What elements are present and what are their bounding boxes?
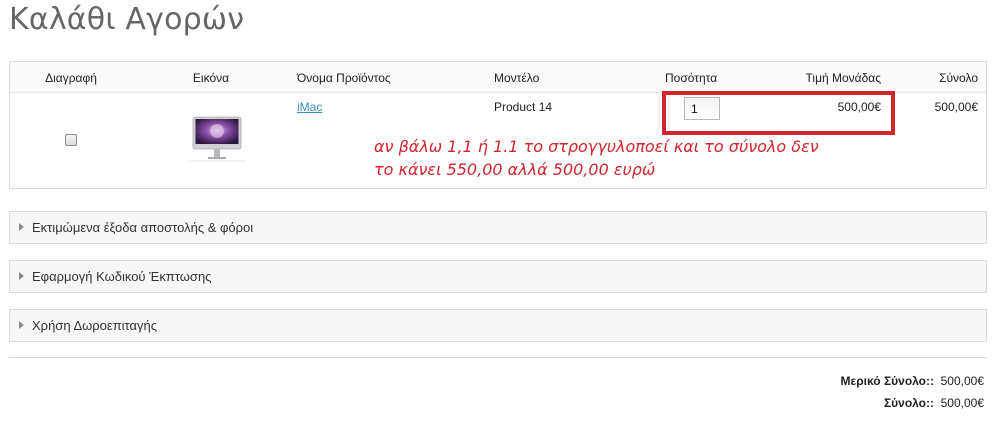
annotation-line-2: το κάνει 550,00 αλλά 500,00 ευρώ	[374, 160, 656, 179]
coupon-panel[interactable]: Εφαρμογή Κωδικού Έκπτωσης	[9, 260, 987, 293]
subtotal-value: 500,00€	[940, 374, 984, 388]
annotation-line-1: αν βάλω 1,1 ή 1.1 το στρογγυλοποεί και τ…	[374, 137, 819, 156]
caret-right-icon	[19, 272, 24, 280]
panel-title: Εκτιμώμενα έξοδα αποστολής & φόροι	[32, 220, 254, 235]
cart-table-header: Διαγραφή Εικόνα Όνομα Προϊόντος Μοντέλο …	[10, 62, 986, 93]
subtotal-label: Μερικό Σύνολο::	[840, 374, 934, 388]
header-unit-price: Τιμή Μονάδας	[805, 71, 881, 85]
panel-title: Εφαρμογή Κωδικού Έκπτωσης	[32, 269, 212, 284]
header-image: Εικόνα	[192, 71, 230, 85]
total-label: Σύνολο::	[883, 396, 934, 410]
header-name: Όνομα Προϊόντος	[297, 71, 391, 85]
header-quantity: Ποσότητα	[665, 71, 718, 85]
annotation-note: αν βάλω 1,1 ή 1.1 το στρογγυλοποεί και τ…	[374, 135, 819, 181]
product-thumbnail[interactable]	[188, 116, 246, 162]
row-total: 500,00€	[934, 100, 978, 114]
shipping-estimate-panel[interactable]: Εκτιμώμενα έξοδα αποστολής & φόροι	[9, 211, 987, 244]
annotation-highlight-box	[662, 91, 895, 135]
product-model: Product 14	[494, 100, 553, 114]
caret-right-icon	[19, 321, 24, 329]
product-name-link[interactable]: iMac	[297, 100, 322, 114]
remove-checkbox[interactable]	[65, 134, 77, 146]
header-model: Μοντέλο	[494, 71, 540, 85]
voucher-panel[interactable]: Χρήση Δωροεπιταγής	[9, 309, 987, 342]
caret-right-icon	[19, 223, 24, 231]
header-remove: Διαγραφή	[45, 71, 97, 85]
divider	[9, 357, 987, 358]
panel-title: Χρήση Δωροεπιταγής	[32, 318, 158, 333]
total-value: 500,00€	[940, 396, 984, 410]
header-total: Σύνολο	[939, 71, 978, 85]
page-title: Καλάθι Αγορών	[9, 2, 245, 37]
